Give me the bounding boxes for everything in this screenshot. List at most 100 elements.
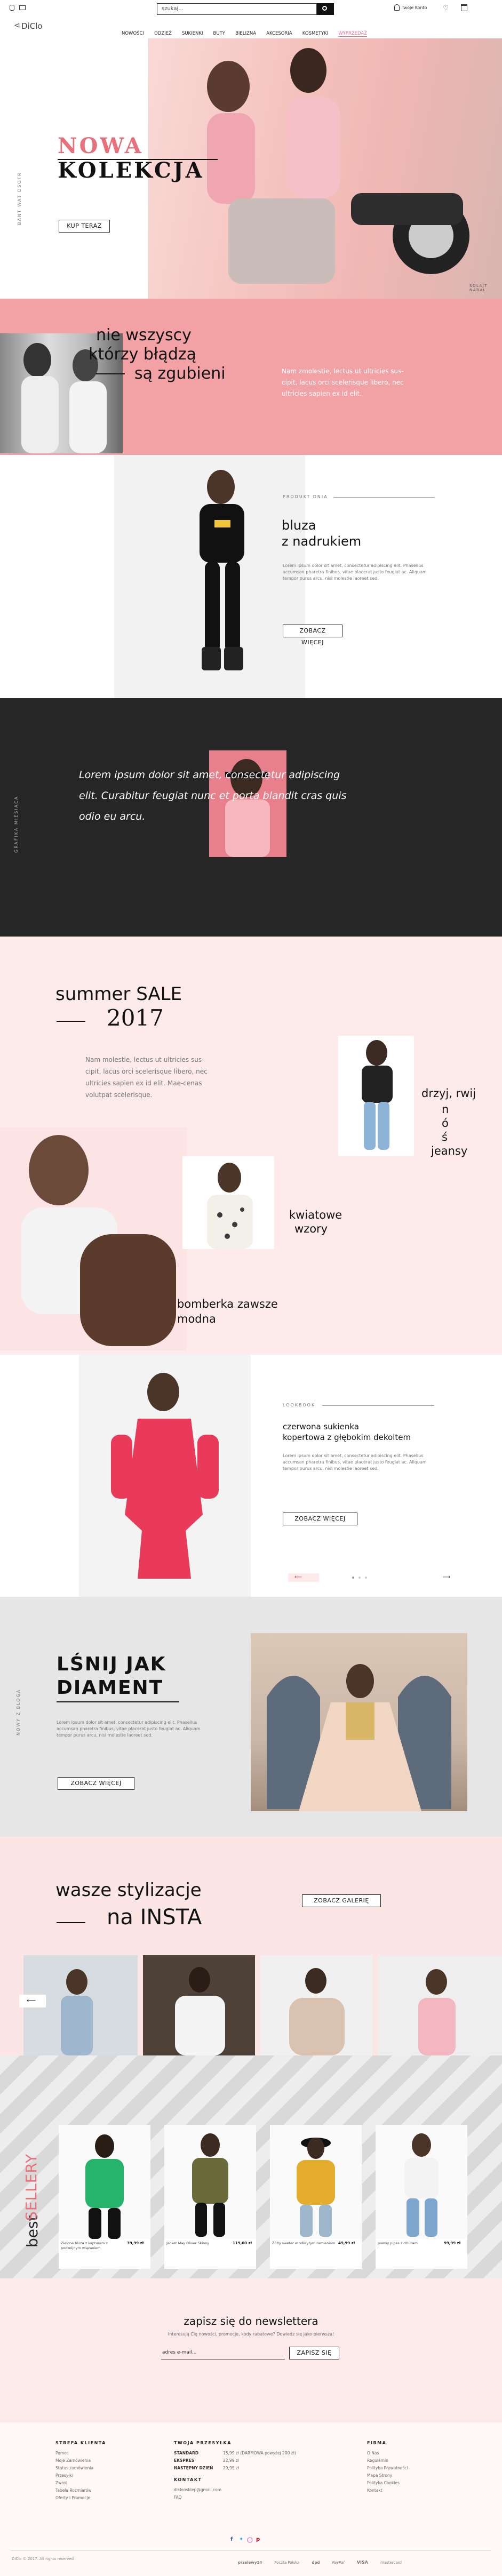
footer-col-title: FIRMA	[367, 2441, 387, 2445]
nav-item-nowosci[interactable]: NOWOŚCI	[122, 31, 144, 36]
footer-link[interactable]: Mapa Strony	[367, 2472, 452, 2479]
sale-bomber-image	[0, 1127, 187, 1350]
footer-faq[interactable]: FAQ	[174, 2494, 323, 2501]
sale-item1-line1: drzyj, rwij	[421, 1087, 476, 1100]
sale-item1-line3: ó	[442, 1117, 449, 1130]
best-products: Zielona bluza z kapturem z podwójnym wią…	[59, 2125, 485, 2269]
sale-section: summer SALE 2017 Nam molestie, lectus ut…	[0, 937, 502, 1355]
footer-link[interactable]: Polityka Prywatności	[367, 2465, 452, 2472]
sale-item1-line2: n	[442, 1103, 449, 1116]
shipping-row: NASTĘPNY DZIEŃ 29,99 zł	[174, 2465, 323, 2472]
nav-item-wyprzedaz[interactable]: WYPRZEDAŻ	[338, 31, 368, 37]
footer-link[interactable]: O Nas	[367, 2450, 452, 2457]
sale-dash	[57, 1021, 85, 1022]
footer-link[interactable]: Oferty i Promocje	[55, 2494, 152, 2502]
product-day-cta-button[interactable]: ZOBACZ WIĘCEJ	[283, 625, 342, 646]
search-button[interactable]	[317, 3, 334, 15]
diamond-cta-button[interactable]: ZOBACZ WIĘCEJ	[58, 1777, 134, 1790]
diamond-title1: LŚNIJ JAK	[57, 1653, 166, 1675]
nav-item-sukienki[interactable]: SUKIENKI	[182, 31, 203, 36]
nav-item-akcesoria[interactable]: AKCESORIA	[266, 31, 292, 36]
footer-link[interactable]: Przesyłki	[55, 2472, 152, 2479]
product-card-name: Jeansy pipes z dziurami	[378, 2241, 419, 2245]
lookbook-dots[interactable]	[352, 1577, 384, 1580]
footer-link[interactable]: Zwrot	[55, 2479, 152, 2487]
footer-link[interactable]: Kontakt	[367, 2487, 452, 2494]
lookbook-title2: kopertowa z głębokim dekoltem	[283, 1433, 411, 1442]
product-day-label-line	[333, 497, 435, 498]
product-card-image	[164, 2125, 256, 2239]
product-day-title1: bluza	[282, 518, 316, 533]
mail-icon[interactable]	[19, 5, 26, 10]
hero-corner-label: SOLAJT NABAL	[469, 284, 488, 292]
diamond-text: Lorem ipsum dolor sit amet, consectetur …	[57, 1720, 201, 1738]
cart-icon[interactable]	[461, 4, 467, 11]
footer-link[interactable]: Moje Zamówienia	[55, 2457, 152, 2465]
mastercard-logo: mastercard	[380, 2561, 402, 2565]
product-card-price: 49,99 zł	[338, 2241, 355, 2245]
insta-photo[interactable]	[143, 1955, 255, 2055]
dot-icon[interactable]	[352, 1577, 354, 1579]
shipping-price: 22,99 zł	[223, 2458, 239, 2463]
phone-icon[interactable]	[10, 5, 14, 11]
footer-link[interactable]: Status zamówienia	[55, 2465, 152, 2472]
hero-title-line2: KOLEKCJA	[58, 158, 204, 183]
product-card[interactable]: Żółty sweter w odkrytym ramieniem 49,99 …	[270, 2125, 362, 2269]
insta-photo[interactable]	[378, 1955, 502, 2055]
quote-line3: są zgubieni	[134, 364, 226, 383]
insta-gallery	[23, 1955, 502, 2055]
nav-item-kosmetyki[interactable]: KOSMETYKI	[302, 31, 328, 36]
product-card[interactable]: Jeansy pipes z dziurami 99,99 zł	[376, 2125, 467, 2269]
footer-col-title: TWOJA PRZESYŁKA	[174, 2441, 232, 2445]
main-nav: NOWOŚCI ODZIEŻ SUKIENKI BUTY BIELIZNA AK…	[122, 27, 399, 37]
newsletter-email-input[interactable]: adres e-mail...	[161, 2347, 285, 2359]
newsletter-submit-button[interactable]: ZAPISZ SIĘ	[289, 2347, 339, 2359]
account-link[interactable]: Twoje Konto	[402, 5, 427, 10]
product-day-title2: z nadrukiem	[282, 534, 362, 549]
poczta-polska-logo: Poczta Polska	[274, 2561, 300, 2565]
logo-text: DiClo	[21, 21, 43, 31]
insta-photo[interactable]	[260, 1955, 372, 2055]
product-card[interactable]: Jacket May Oliver Skinny 119,00 zł	[164, 2125, 256, 2269]
lookbook-next-button[interactable]: ⟶	[441, 1573, 457, 1582]
instagram-icon[interactable]	[248, 2538, 252, 2542]
footer-col-company: FIRMA O Nas Regulamin Polityka Prywatnoś…	[367, 2441, 452, 2494]
nav-item-bielizna[interactable]: BIELIZNA	[235, 31, 256, 36]
product-card[interactable]: Zielona bluza z kapturem z podwójnym wią…	[59, 2125, 150, 2269]
hero-title-line1: NOWA	[58, 133, 144, 158]
lookbook-cta-button[interactable]: ZOBACZ WIĘCEJ	[283, 1513, 357, 1525]
dark-feature-section: GRAFIKA MIESIĄCA Lorem ipsum dolor sit a…	[0, 698, 502, 937]
footer-link[interactable]: Tabela Rozmiarów	[55, 2487, 152, 2494]
newsletter-placeholder: adres e-mail...	[162, 2350, 197, 2355]
pinterest-icon[interactable]: p	[256, 2537, 260, 2542]
footer-divider	[11, 2550, 491, 2551]
footer-link[interactable]: Pomoc	[55, 2450, 152, 2457]
lookbook-label: LOOKBOOK	[283, 1403, 316, 1407]
lookbook-prev-button[interactable]: ⟵	[288, 1573, 319, 1582]
hero-cta-button[interactable]: KUP TERAZ	[59, 220, 110, 233]
insta-cta-button[interactable]: ZOBACZ GALERIĘ	[302, 1894, 381, 1907]
search-input[interactable]: szukaj...	[157, 3, 317, 15]
twitter-icon[interactable]: ✦	[239, 2537, 243, 2542]
product-day-label: PRODUKT DNIA	[283, 494, 328, 499]
diamond-side-label: NOWY Z BLOGA	[16, 1689, 21, 1735]
nav-item-buty[interactable]: BUTY	[213, 31, 225, 36]
logo-mark: ⊲	[14, 21, 20, 30]
wishlist-icon[interactable]: ♡	[443, 5, 449, 11]
newsletter-title: zapisz się do newslettera	[184, 2315, 318, 2327]
sale-title-line2: 2017	[107, 1005, 164, 1031]
diamond-title2: DIAMENT	[57, 1677, 164, 1699]
facebook-icon[interactable]: f	[230, 2537, 233, 2542]
nav-item-odziez[interactable]: ODZIEŻ	[154, 31, 172, 36]
dpd-logo: dpd	[312, 2561, 320, 2565]
footer-email[interactable]: diklonsklep@gmail.com	[174, 2486, 323, 2494]
footer-link[interactable]: Polityka Cookies	[367, 2479, 452, 2487]
insta-prev-button[interactable]: ⟵	[19, 1995, 46, 2007]
sale-text: Nam molestie, lectus ut ultricies sus-ci…	[85, 1056, 208, 1099]
dot-icon[interactable]	[365, 1577, 367, 1579]
user-icon[interactable]	[394, 4, 400, 11]
arrow-left-icon: ⟵	[294, 1574, 302, 1580]
product-card-price: 119,00 zł	[233, 2241, 252, 2245]
footer-link[interactable]: Regulamin	[367, 2457, 452, 2465]
dot-icon[interactable]	[358, 1577, 361, 1579]
